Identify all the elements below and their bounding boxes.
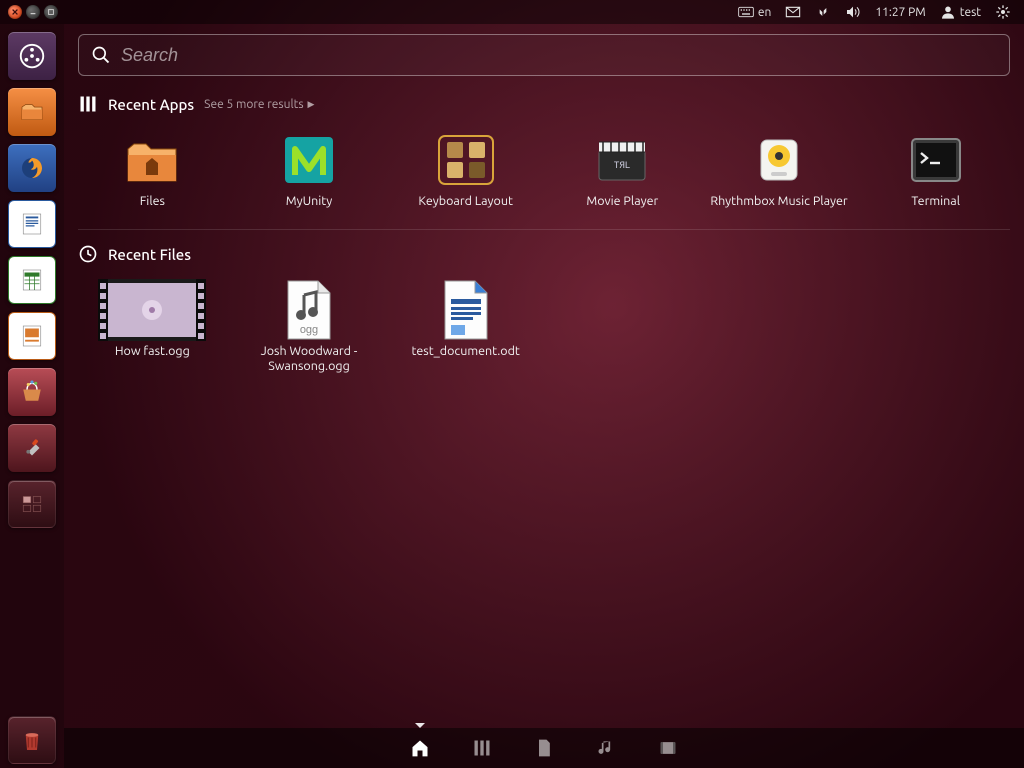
files-icon [122,132,182,188]
window-close-button[interactable] [8,5,22,19]
keyboard-lang: en [758,6,771,19]
file-label: Josh Woodward - Swansong.ogg [239,344,379,374]
launcher-dash-home[interactable] [6,30,58,82]
searchbox[interactable] [78,34,1010,76]
svg-text:ogg: ogg [300,324,318,336]
launcher-system-settings[interactable] [6,422,58,474]
system-indicator[interactable] [988,0,1018,24]
sound-indicator[interactable] [838,0,868,24]
recent-file-document[interactable]: test_document.odt [391,280,540,376]
recent-files-section: Recent Files How fast.ogg ogg Josh Woodw… [64,232,1024,376]
video-file-icon [97,282,207,338]
recent-app-movie-player[interactable]: TЯL Movie Player [548,130,697,211]
search-wrap [64,24,1024,82]
recent-app-terminal[interactable]: Terminal [861,130,1010,211]
recent-apps-more-label: See 5 more results [204,98,303,111]
recent-app-myunity[interactable]: MyUnity [235,130,384,211]
recent-app-rhythmbox[interactable]: Rhythmbox Music Player [705,130,854,211]
app-label: Movie Player [586,194,658,209]
chevron-right-icon: ▶ [308,99,315,110]
user-indicator[interactable]: test [933,0,988,24]
top-panel: en 11:27 PM test [0,0,1024,24]
search-icon [91,45,111,65]
lens-music[interactable] [595,737,617,759]
recent-apps-grid: Files MyUnity Keyboard Layout TЯL Movie … [78,130,1010,211]
app-label: Terminal [911,194,960,209]
clock-time: 11:27 PM [875,6,925,19]
window-controls [6,5,58,19]
app-label: Keyboard Layout [418,194,512,209]
lens-apps[interactable] [471,737,493,759]
app-label: MyUnity [286,194,333,209]
recent-app-files[interactable]: Files [78,130,227,211]
apps-lens-icon [78,94,98,114]
messages-indicator[interactable] [778,0,808,24]
app-label: Rhythmbox Music Player [710,194,847,209]
rhythmbox-icon [749,132,809,188]
recent-files-grid: How fast.ogg ogg Josh Woodward - Swanson… [78,280,1010,376]
search-input[interactable] [121,45,997,66]
launcher [0,24,64,768]
window-minimize-button[interactable] [26,5,40,19]
launcher-impress[interactable] [6,310,58,362]
window-maximize-button[interactable] [44,5,58,19]
clock-icon [78,244,98,264]
recent-file-audio[interactable]: ogg Josh Woodward - Swansong.ogg [235,280,384,376]
keyboard-indicator[interactable]: en [731,0,778,24]
recent-file-video[interactable]: How fast.ogg [78,280,227,376]
launcher-calc[interactable] [6,254,58,306]
lens-video[interactable] [657,737,679,759]
network-indicator[interactable] [808,0,838,24]
dash: Recent Apps See 5 more results ▶ Files M… [64,24,1024,768]
lens-home[interactable] [409,737,431,759]
terminal-icon [906,132,966,188]
clock-indicator[interactable]: 11:27 PM [868,0,932,24]
movie-player-icon: TЯL [592,132,652,188]
myunity-icon [279,132,339,188]
file-label: How fast.ogg [115,344,190,359]
recent-apps-title: Recent Apps [108,96,194,113]
svg-text:TЯL: TЯL [614,161,630,171]
lens-files[interactable] [533,737,555,759]
lens-bar [64,728,1024,768]
file-label: test_document.odt [412,344,520,359]
recent-files-title: Recent Files [108,246,191,263]
launcher-writer[interactable] [6,198,58,250]
launcher-trash[interactable] [6,714,58,766]
launcher-firefox[interactable] [6,142,58,194]
document-file-icon [436,282,496,338]
keyboard-layout-icon [436,132,496,188]
recent-files-header: Recent Files [78,244,1010,264]
section-divider [78,229,1010,230]
recent-apps-header: Recent Apps See 5 more results ▶ [78,94,1010,114]
recent-apps-more[interactable]: See 5 more results ▶ [204,98,314,111]
app-label: Files [140,194,165,209]
user-name: test [960,6,981,19]
launcher-software-center[interactable] [6,366,58,418]
launcher-files[interactable] [6,86,58,138]
launcher-workspace-switcher[interactable] [6,478,58,530]
recent-apps-section: Recent Apps See 5 more results ▶ Files M… [64,82,1024,211]
recent-app-keyboard-layout[interactable]: Keyboard Layout [391,130,540,211]
audio-file-icon: ogg [279,282,339,338]
